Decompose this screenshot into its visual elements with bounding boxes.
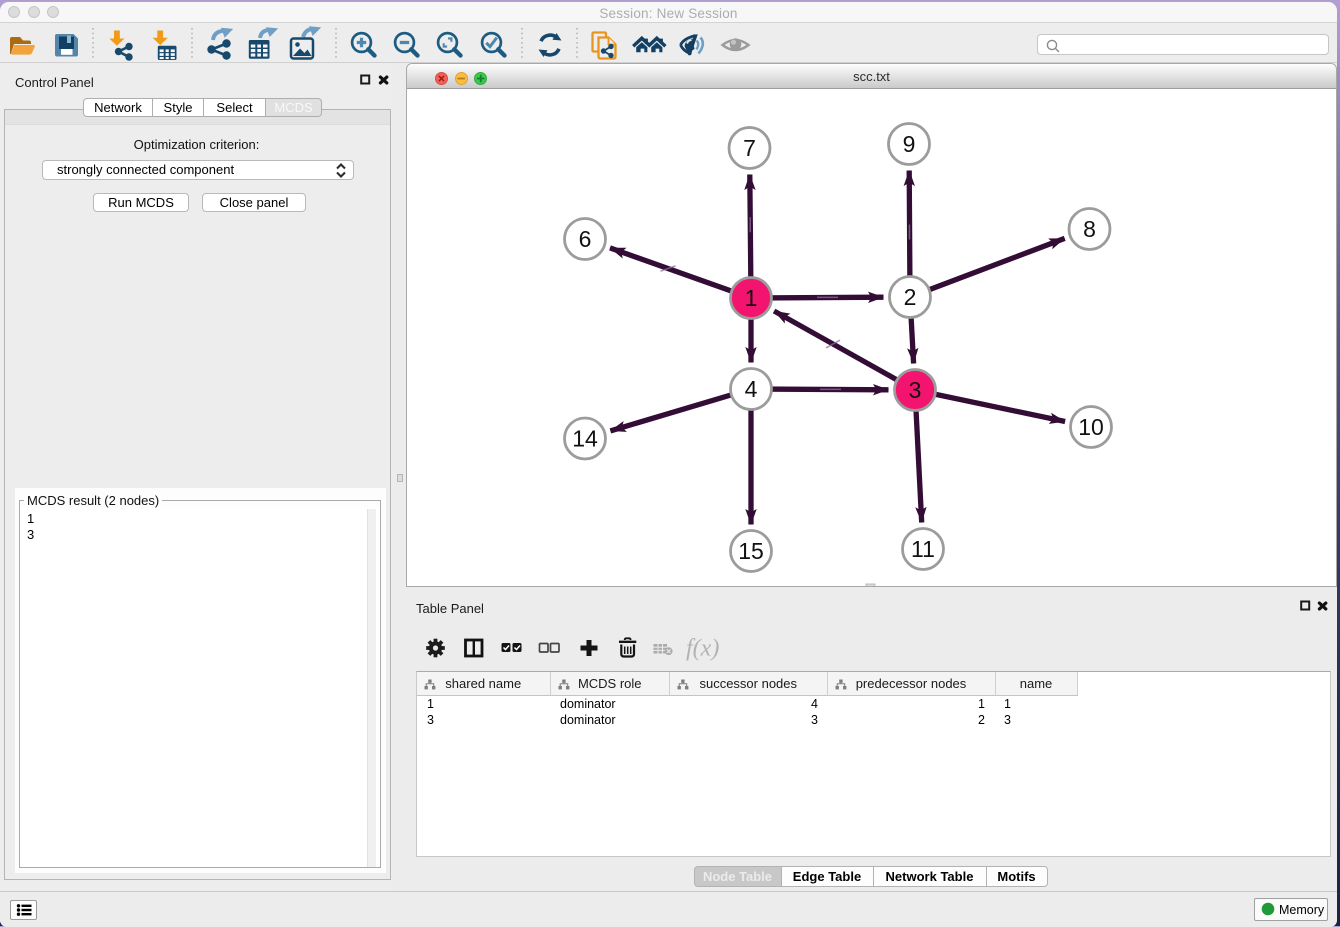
svg-text:f(x): f(x) — [686, 635, 719, 661]
svg-text:7: 7 — [743, 135, 756, 161]
svg-text:11: 11 — [911, 536, 935, 562]
svg-text:1: 1 — [745, 285, 758, 311]
svg-text:6: 6 — [579, 226, 592, 252]
svg-text:9: 9 — [903, 131, 916, 157]
svg-text:3: 3 — [909, 377, 922, 403]
svg-text:4: 4 — [745, 376, 758, 402]
svg-text:8: 8 — [1083, 216, 1096, 242]
svg-text:15: 15 — [738, 538, 764, 564]
svg-text:2: 2 — [904, 284, 917, 310]
svg-text:10: 10 — [1078, 414, 1104, 440]
svg-text:14: 14 — [572, 425, 598, 451]
